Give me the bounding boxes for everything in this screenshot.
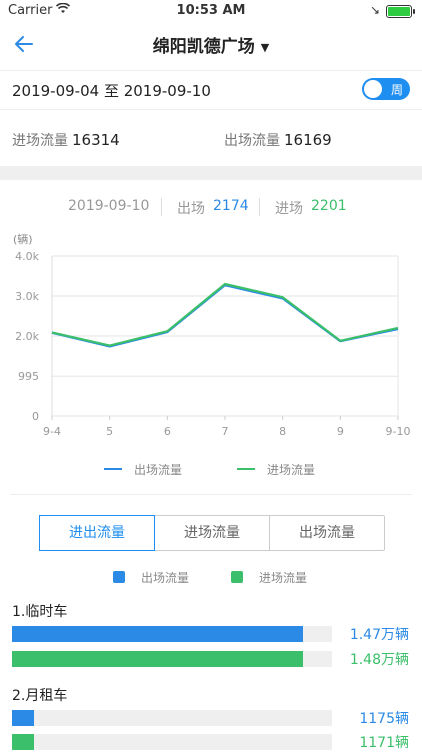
group-title: 2.月租车: [12, 688, 68, 704]
legend-in-swatch: [237, 468, 255, 470]
y-tick-label: 3.0k: [15, 290, 39, 303]
bar-in: [12, 734, 35, 750]
tab-in-out-flow[interactable]: 进出流量: [39, 515, 155, 551]
legend-out-label: 出场流量: [134, 463, 183, 477]
bar-out: [12, 710, 35, 726]
x-tick-label: 9-4: [43, 425, 61, 438]
bar-track: [12, 710, 332, 726]
date-range[interactable]: 2019-09-04 至 2019-09-10: [12, 80, 211, 101]
x-tick-label: 7: [222, 425, 229, 438]
location-selector[interactable]: 绵阳凯德广场 ▼: [0, 32, 422, 57]
bar-row-in: 1171辆: [12, 734, 412, 751]
x-tick-label: 5: [106, 425, 113, 438]
y-tick-label: 995: [18, 370, 39, 383]
clock: 10:53 AM: [176, 3, 246, 18]
period-toggle[interactable]: 周: [362, 78, 410, 100]
y-unit-label: (辆): [13, 232, 33, 246]
status-bar: Carrier 10:53 AM ↘: [0, 0, 422, 22]
summary-separator: [259, 198, 260, 216]
flow-tabs: 进出流量 进场流量 出场流量: [39, 515, 385, 551]
y-tick-label: 2.0k: [15, 330, 39, 343]
legend2-out-label: 出场流量: [141, 571, 190, 585]
x-tick-label: 9-10: [386, 425, 411, 438]
summary-in-label: 进场: [275, 201, 303, 217]
out-flow-label: 出场流量: [224, 133, 280, 149]
legend-out-swatch: [104, 468, 122, 470]
in-flow-value: 16314: [72, 131, 120, 149]
flow-line-chart: (辆) 0 995 2.0k 3.0k 4.0k 9-4 5 6 7 8 9 9-10: [13, 232, 411, 438]
nav-bar: 绵阳凯德广场 ▼: [0, 22, 422, 66]
tab-out-flow[interactable]: 出场流量: [270, 516, 384, 550]
out-flow-value: 16169: [284, 131, 332, 149]
bar-out: [12, 626, 304, 642]
x-tick-label: 6: [164, 425, 171, 438]
group-title: 1.临时车: [12, 604, 68, 620]
legend-in-label: 进场流量: [267, 463, 316, 477]
in-flow-total: 进场流量 16314: [12, 130, 120, 150]
out-flow-total: 出场流量 16169: [224, 130, 332, 150]
toggle-label: 周: [390, 83, 403, 97]
bar-out-value: 1175辆: [359, 711, 409, 727]
charging-icon: ↘: [369, 3, 380, 17]
bar-row-out: 1175辆: [12, 710, 412, 727]
section-divider: [0, 166, 422, 180]
page-title: 绵阳凯德广场: [152, 37, 255, 57]
flow-totals: 进场流量 16314 出场流量 16169: [0, 120, 422, 160]
bar-in-value: 1171辆: [359, 735, 409, 751]
summary-separator: [161, 198, 162, 216]
caret-down-icon: ▼: [260, 40, 270, 54]
day-summary: 2019-09-10 出场 2174 进场 2201: [0, 196, 422, 220]
bar-in-value: 1.48万辆: [349, 652, 409, 668]
divider: [10, 494, 412, 495]
y-tick-label: 0: [32, 410, 39, 423]
tab-in-flow[interactable]: 进场流量: [155, 516, 270, 550]
x-tick-label: 9: [337, 425, 344, 438]
bar-track: [12, 734, 332, 750]
legend2-in-label: 进场流量: [259, 571, 308, 585]
toggle-knob: [364, 80, 382, 98]
summary-out-label: 出场: [177, 201, 205, 217]
battery-icon: [386, 5, 415, 18]
x-tick-label: 8: [279, 425, 286, 438]
series-line-out: [51, 284, 399, 348]
date-range-row: 2019-09-04 至 2019-09-10 周: [0, 70, 422, 110]
bar-row-out: 1.47万辆: [12, 626, 412, 643]
bar-out-value: 1.47万辆: [349, 627, 409, 643]
summary-out-value: 2174: [213, 198, 249, 214]
y-tick-label: 4.0k: [15, 250, 39, 263]
in-flow-label: 进场流量: [12, 133, 68, 149]
bar-in: [12, 651, 304, 667]
legend-in-square: [231, 571, 243, 583]
bar-row-in: 1.48万辆: [12, 651, 412, 668]
summary-date: 2019-09-10: [68, 198, 150, 214]
chart-legend: 出场流量 进场流量: [0, 460, 422, 480]
legend-out-square: [113, 571, 125, 583]
bar-legend: 出场流量 进场流量: [0, 568, 422, 588]
summary-in-value: 2201: [311, 198, 347, 214]
